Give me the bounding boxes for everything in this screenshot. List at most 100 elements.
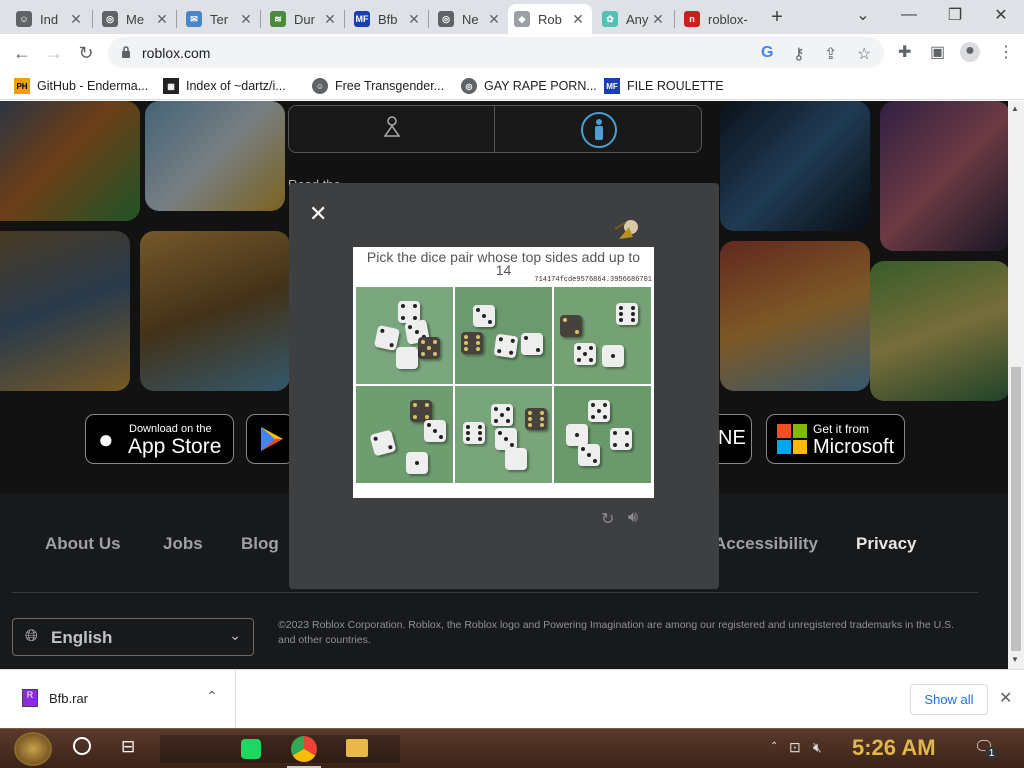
tab-close-icon[interactable]: ✕ [486, 11, 502, 28]
die-pip [591, 415, 595, 419]
bookmark-star-icon[interactable]: ☆ [857, 44, 871, 64]
google-lens-icon[interactable]: G [761, 44, 773, 62]
tab-favicon-icon: n [684, 11, 700, 27]
tab-close-icon[interactable]: ✕ [322, 11, 338, 28]
die-pip [575, 433, 579, 437]
scroll-down-icon[interactable]: ▼ [1011, 655, 1019, 664]
footer-link-jobs[interactable]: Jobs [163, 534, 203, 554]
page-scrollbar[interactable]: ▲ ▼ [1008, 101, 1024, 669]
captcha-cell-5[interactable] [455, 386, 552, 483]
chrome-icon[interactable] [291, 736, 317, 762]
footer-link-about[interactable]: About Us [45, 534, 121, 554]
task-view-icon[interactable]: ⊟ [121, 737, 135, 757]
bookmark-label: GAY RAPE PORN... [484, 79, 597, 93]
captcha-cell-4[interactable] [356, 386, 453, 483]
side-panel-icon[interactable]: ▣ [930, 42, 945, 62]
footer-link-blog[interactable]: Blog [241, 534, 279, 554]
captcha-cell-3[interactable] [554, 287, 651, 384]
chevron-up-icon[interactable]: ⌃ [206, 688, 218, 705]
show-all-button[interactable]: Show all [910, 684, 988, 715]
show-hidden-icons[interactable]: ⌃ [770, 741, 778, 752]
bookmark-4[interactable]: ◎ GAY RAPE PORN... [461, 77, 597, 95]
language-select[interactable]: 🌐︎ English ⌄ [12, 618, 254, 656]
share-icon[interactable]: ⇪ [824, 44, 837, 64]
app-store-badge[interactable]: ● Download on the App Store [85, 414, 234, 464]
chevron-down-icon: ⌄ [229, 627, 241, 643]
tab-close-icon[interactable]: ✕ [570, 11, 586, 28]
die-pip [421, 340, 425, 344]
captcha-cell-2[interactable] [455, 287, 552, 384]
tab-5[interactable]: MF Bfb ✕ [348, 4, 428, 34]
tab-4[interactable]: ≋ Dur ✕ [264, 4, 344, 34]
tab-2[interactable]: ◎ Me ✕ [96, 4, 176, 34]
microsoft-badge[interactable]: Get it from Microsoft [766, 414, 905, 464]
tab-9[interactable]: n roblox- [678, 4, 758, 34]
captcha-cell-1[interactable] [356, 287, 453, 384]
die-pip [540, 423, 544, 427]
die-pip [528, 417, 532, 421]
tab-close-icon[interactable]: ✕ [154, 11, 170, 28]
close-downloads-icon[interactable]: ✕ [999, 688, 1012, 708]
tab-6[interactable]: ◎ Ne ✕ [432, 4, 508, 34]
scroll-thumb[interactable] [1011, 367, 1021, 651]
tab-8[interactable]: ✿ Any ✕ [596, 4, 672, 34]
die [574, 343, 596, 365]
new-tab-button[interactable]: + [766, 6, 788, 28]
download-file-name: Bfb.rar [49, 691, 89, 706]
tab-1[interactable]: ☺ Ind ✕ [10, 4, 90, 34]
die [560, 315, 582, 337]
gender-female-button[interactable] [289, 106, 495, 152]
die-pip [427, 423, 431, 427]
google-play-badge[interactable] [246, 414, 294, 464]
restore-button[interactable]: ❐ [932, 0, 978, 30]
cortana-icon[interactable] [73, 737, 91, 755]
xbox-partial-text: NE [718, 427, 746, 449]
network-icon[interactable]: ⊡ [789, 739, 801, 756]
tab-3[interactable]: ✉ Ter ✕ [180, 4, 260, 34]
tab-search-chevron-icon[interactable]: ⌄ [840, 0, 886, 30]
tab-close-icon[interactable]: ✕ [238, 11, 254, 28]
clock[interactable]: 5:26 AM [852, 735, 936, 761]
reload-button[interactable]: ↻ [74, 42, 98, 64]
die-pip [407, 324, 413, 330]
tab-close-icon[interactable]: ✕ [68, 11, 84, 28]
bookmark-index[interactable]: ▦ Index of ~dartz/i... [163, 77, 286, 95]
bookmark-file-roulette[interactable]: MF FILE ROULETTE [604, 77, 724, 95]
lock-icon[interactable] [121, 46, 131, 58]
tab-title: Dur [294, 11, 315, 27]
profile-avatar-icon[interactable]: ● [960, 42, 980, 62]
audio-icon[interactable]: 🔊︎ [628, 509, 638, 527]
forward-button[interactable]: → [42, 42, 66, 64]
download-item[interactable]: R Bfb.rar ⌃ [0, 670, 236, 728]
bookmark-github[interactable]: PH GitHub - Enderma... [14, 77, 148, 95]
footer-link-accessibility[interactable]: Accessibility [714, 534, 818, 554]
file-explorer-icon[interactable] [346, 739, 368, 757]
password-key-icon[interactable]: ⚷ [793, 44, 805, 64]
refresh-icon[interactable]: ↻ [601, 509, 614, 529]
notes-app-icon[interactable] [241, 739, 261, 759]
bookmark-label: Free Transgender... [335, 79, 445, 93]
tab-close-icon[interactable]: ✕ [650, 11, 666, 28]
minimize-button[interactable]: — [886, 0, 932, 30]
modal-close-button[interactable]: ✕ [309, 201, 327, 227]
extensions-icon[interactable]: ✚ [898, 42, 911, 62]
footer-link-privacy[interactable]: Privacy [856, 534, 917, 554]
close-window-button[interactable]: ✕ [978, 0, 1024, 30]
scroll-up-icon[interactable]: ▲ [1011, 104, 1019, 113]
die-pip [494, 419, 498, 423]
bookmark-free[interactable]: ☺ Free Transgender... [312, 77, 444, 95]
tab-7-active[interactable]: ◆ Rob ✕ [508, 4, 592, 34]
microsoft-big: Microsoft [813, 436, 895, 458]
menu-kebab-icon[interactable]: ⋮ [998, 42, 1014, 62]
captcha-challenge: Pick the dice pair whose top sides add u… [353, 247, 654, 498]
gender-male-button[interactable] [495, 106, 701, 152]
start-button[interactable] [14, 732, 52, 766]
address-bar[interactable]: roblox.com G ⚷ ⇪ ☆ [108, 37, 884, 68]
back-button[interactable]: ← [10, 42, 34, 64]
die-pip [401, 304, 405, 308]
volume-muted-icon[interactable]: 🔇︎ [813, 739, 822, 756]
taskbar: ⊟ ⌃ ⊡ 🔇︎ 5:26 AM 🗨︎ 1 [0, 728, 1024, 768]
tab-close-icon[interactable]: ✕ [406, 11, 422, 28]
url-text[interactable]: roblox.com [142, 45, 210, 61]
captcha-cell-6[interactable] [554, 386, 651, 483]
